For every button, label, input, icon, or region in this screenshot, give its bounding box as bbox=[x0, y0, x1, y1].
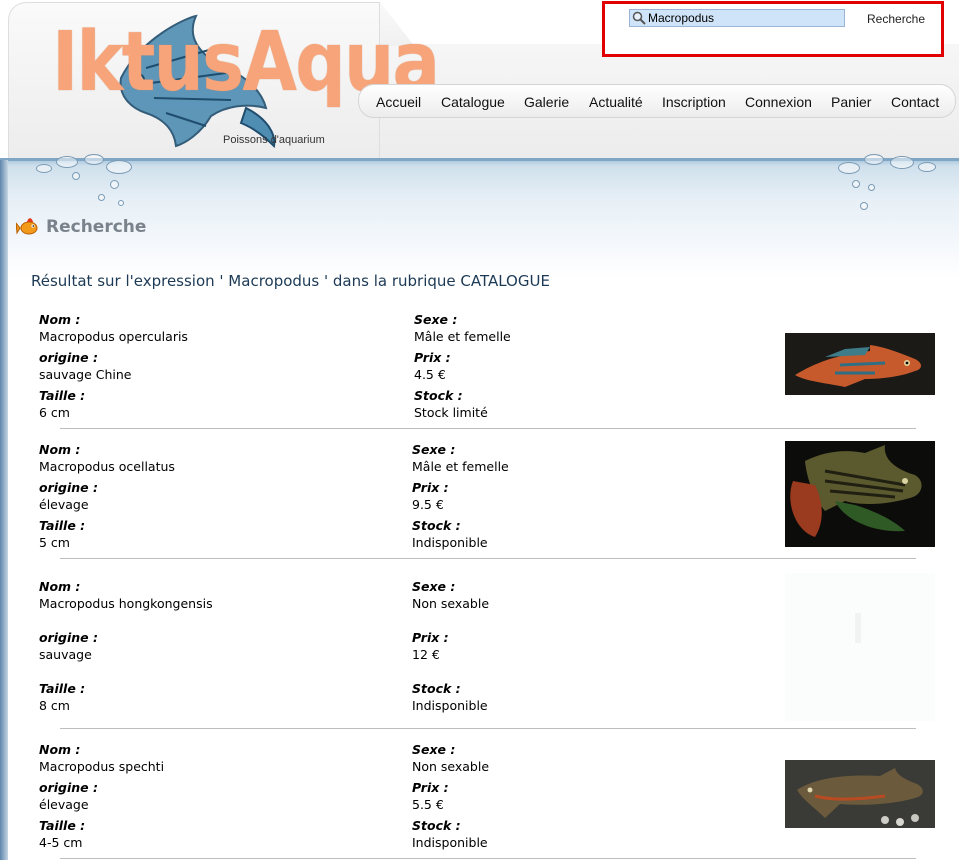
product-sex: Mâle et femelle bbox=[412, 459, 509, 474]
product-sex: Non sexable bbox=[412, 759, 490, 774]
page-title: Recherche bbox=[46, 217, 147, 237]
bubbles-left-icon bbox=[36, 154, 146, 214]
label-nom: Nom : bbox=[39, 579, 81, 594]
site-tagline: Poissons d'aquarium bbox=[223, 134, 325, 146]
result-divider bbox=[60, 728, 916, 729]
product-origin: élevage bbox=[39, 497, 89, 512]
label-nom: Nom : bbox=[39, 442, 81, 457]
label-origine: origine : bbox=[39, 480, 98, 495]
product-size: 8 cm bbox=[39, 698, 70, 713]
product-sex: Mâle et femelle bbox=[414, 329, 511, 344]
result-divider bbox=[60, 558, 916, 559]
macropodus-spechti-photo[interactable] bbox=[785, 760, 935, 828]
label-nom: Nom : bbox=[39, 742, 81, 757]
product-size: 6 cm bbox=[39, 405, 70, 420]
product-sex: Non sexable bbox=[412, 596, 490, 611]
label-sexe: Sexe : bbox=[414, 312, 458, 327]
product-stock: Indisponible bbox=[412, 535, 488, 550]
magnifier-icon bbox=[632, 11, 646, 25]
label-stock: Stock : bbox=[412, 518, 461, 533]
label-origine: origine : bbox=[39, 630, 98, 645]
macropodus-opercularis-photo[interactable] bbox=[785, 333, 935, 395]
left-border-bar bbox=[0, 160, 8, 860]
product-name[interactable]: Macropodus ocellatus bbox=[39, 459, 175, 474]
result-heading: Résultat sur l'expression ' Macropodus '… bbox=[31, 272, 550, 290]
label-origine: origine : bbox=[39, 780, 98, 795]
label-prix: Prix : bbox=[412, 480, 449, 495]
product-price: 5.5 € bbox=[412, 797, 444, 812]
nav-panier[interactable]: Panier bbox=[831, 94, 871, 110]
label-nom: Nom : bbox=[39, 312, 81, 327]
product-origin: sauvage bbox=[39, 647, 92, 662]
macropodus-ocellatus-photo[interactable] bbox=[785, 441, 935, 547]
product-name[interactable]: Macropodus hongkongensis bbox=[39, 596, 213, 611]
search-input[interactable] bbox=[629, 9, 845, 27]
label-origine: origine : bbox=[39, 350, 98, 365]
site-header: IktusAqua Poissons d'aquarium Recherche … bbox=[0, 0, 959, 161]
nav-actualite[interactable]: Actualité bbox=[589, 94, 643, 110]
product-origin: élevage bbox=[39, 797, 89, 812]
product-price: 12 € bbox=[412, 647, 440, 662]
product-origin: sauvage Chine bbox=[39, 367, 132, 382]
nav-accueil[interactable]: Accueil bbox=[376, 94, 421, 110]
product-name[interactable]: Macropodus spechti bbox=[39, 759, 164, 774]
nav-catalogue[interactable]: Catalogue bbox=[441, 94, 505, 110]
macropodus-hongkongensis-photo[interactable] bbox=[785, 573, 935, 721]
label-sexe: Sexe : bbox=[412, 579, 456, 594]
nav-connexion[interactable]: Connexion bbox=[745, 94, 812, 110]
product-price: 4.5 € bbox=[414, 367, 446, 382]
product-size: 5 cm bbox=[39, 535, 70, 550]
label-taille: Taille : bbox=[39, 818, 86, 833]
nav-galerie[interactable]: Galerie bbox=[524, 94, 569, 110]
label-prix: Prix : bbox=[414, 350, 451, 365]
label-taille: Taille : bbox=[39, 388, 86, 403]
site-logo[interactable]: IktusAqua bbox=[26, 8, 440, 148]
nav-contact[interactable]: Contact bbox=[891, 94, 939, 110]
label-prix: Prix : bbox=[412, 630, 449, 645]
product-name[interactable]: Macropodus opercularis bbox=[39, 329, 188, 344]
product-stock: Stock limité bbox=[414, 405, 488, 420]
bubbles-right-icon bbox=[838, 154, 948, 214]
main-navigation: Accueil Catalogue Galerie Actualité Insc… bbox=[358, 84, 956, 118]
label-sexe: Sexe : bbox=[412, 742, 456, 757]
goldfish-icon bbox=[16, 218, 38, 235]
label-sexe: Sexe : bbox=[412, 442, 456, 457]
label-stock: Stock : bbox=[412, 818, 461, 833]
label-prix: Prix : bbox=[412, 780, 449, 795]
product-price: 9.5 € bbox=[412, 497, 444, 512]
search-button[interactable]: Recherche bbox=[867, 12, 925, 26]
result-divider bbox=[60, 428, 916, 429]
result-divider bbox=[60, 858, 916, 859]
nav-inscription[interactable]: Inscription bbox=[662, 94, 726, 110]
search-box: Recherche bbox=[602, 1, 944, 57]
label-stock: Stock : bbox=[412, 681, 461, 696]
label-stock: Stock : bbox=[414, 388, 463, 403]
product-stock: Indisponible bbox=[412, 835, 488, 850]
product-size: 4-5 cm bbox=[39, 835, 83, 850]
label-taille: Taille : bbox=[39, 681, 86, 696]
label-taille: Taille : bbox=[39, 518, 86, 533]
product-stock: Indisponible bbox=[412, 698, 488, 713]
